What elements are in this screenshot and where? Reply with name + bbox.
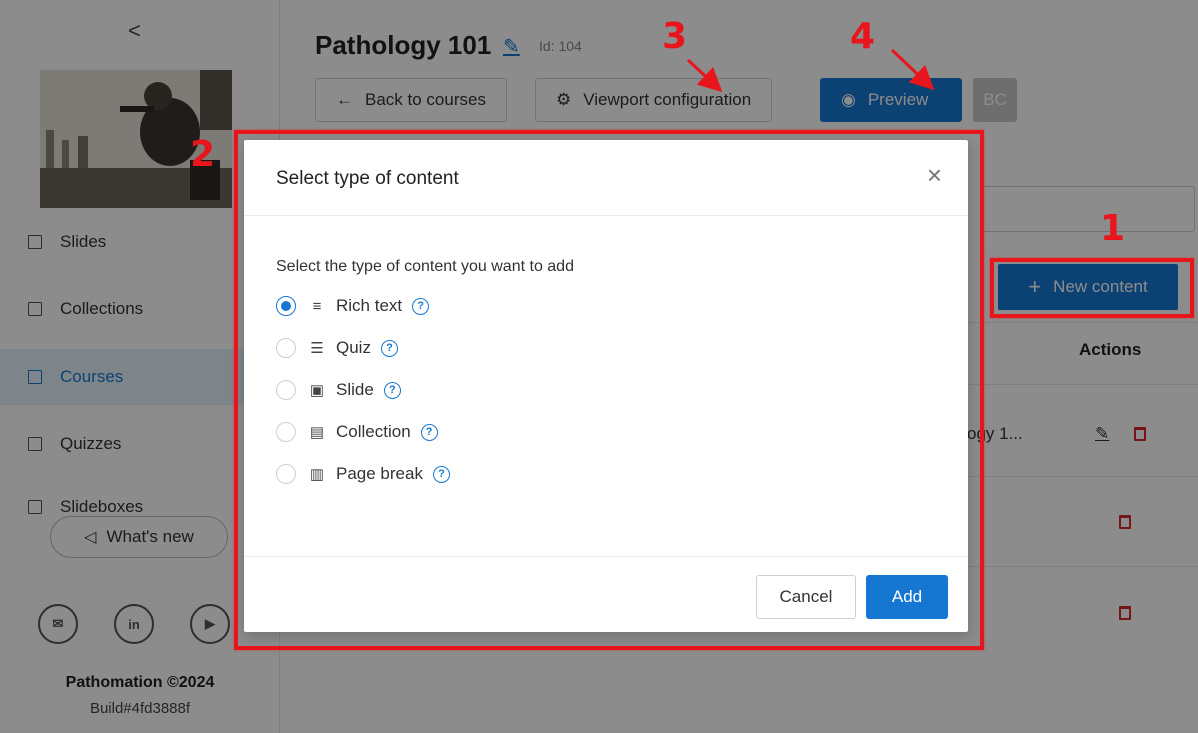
annotation-number: 3 [662,16,688,57]
highlight-box-dialog [234,130,984,650]
highlight-box-new-content [990,258,1194,318]
annotation-number: 1 [1100,208,1126,249]
annotation-number: 4 [850,16,876,57]
annotation-number: 2 [190,134,216,175]
